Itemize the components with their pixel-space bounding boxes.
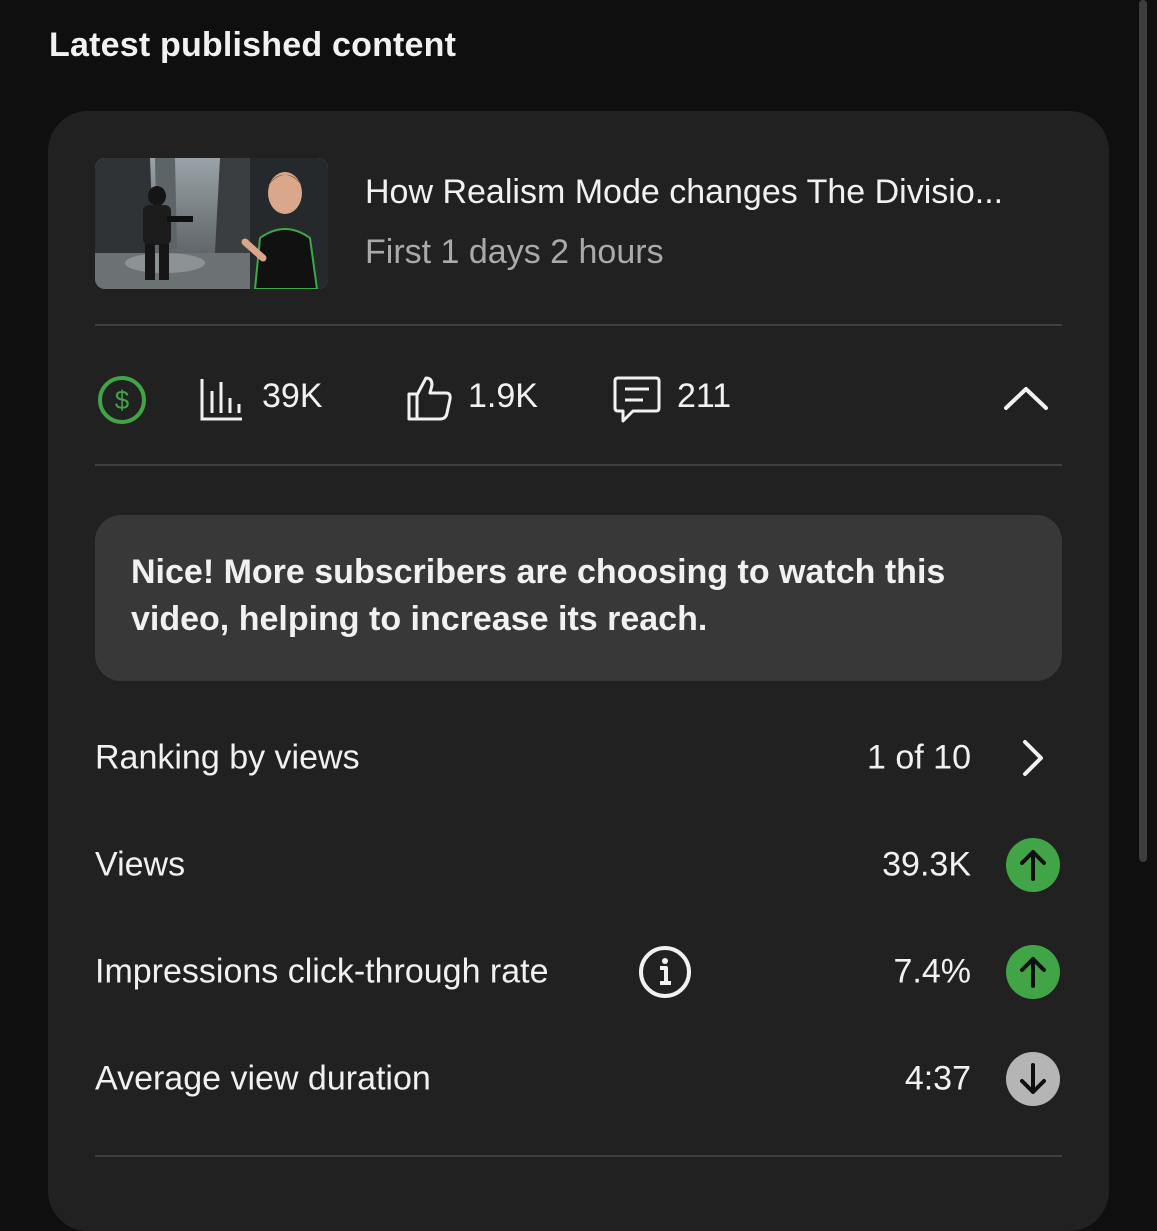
metric-row-views: Views 39.3K (95, 830, 1062, 900)
metric-value: 4:37 (904, 1059, 971, 1098)
dollar-circle-icon[interactable]: $ (96, 374, 148, 426)
video-thumbnail[interactable] (95, 158, 328, 289)
chevron-right-icon[interactable] (1005, 730, 1061, 786)
svg-text:$: $ (115, 385, 130, 415)
views-count: 39K (262, 377, 323, 415)
video-title[interactable]: How Realism Mode changes The Divisio... (365, 173, 1065, 212)
metric-row-avg-duration: Average view duration 4:37 (95, 1044, 1062, 1114)
page-scrollbar[interactable] (1139, 0, 1147, 862)
arrow-up-icon (1006, 838, 1060, 892)
latest-content-card: How Realism Mode changes The Divisio... … (48, 111, 1109, 1231)
thumbnail-image (95, 158, 328, 289)
divider-bottom (95, 1155, 1062, 1157)
metric-row-ranking[interactable]: Ranking by views 1 of 10 (95, 723, 1062, 793)
section-title: Latest published content (49, 26, 457, 64)
metric-label: Impressions click-through rate (95, 952, 549, 991)
divider-top (95, 324, 1062, 326)
metric-value: 7.4% (893, 952, 972, 991)
metric-label: Ranking by views (95, 738, 360, 777)
likes-count: 1.9K (468, 377, 538, 415)
chevron-up-icon (1004, 387, 1048, 410)
divider-stats (95, 464, 1062, 466)
insight-message: Nice! More subscribers are choosing to w… (95, 515, 1062, 681)
metric-value: 1 of 10 (867, 738, 971, 777)
comment-icon (613, 376, 661, 423)
arrow-down-icon (1006, 1052, 1060, 1106)
comments-count: 211 (677, 377, 732, 415)
metric-label: Average view duration (95, 1059, 431, 1098)
metric-label: Views (95, 845, 186, 884)
thumbs-up-icon (407, 376, 452, 421)
collapse-button[interactable] (998, 373, 1054, 423)
metric-row-ctr: Impressions click-through rate 7.4% (95, 937, 1062, 1007)
bar-chart-icon (200, 379, 242, 421)
video-timeframe: First 1 days 2 hours (365, 233, 664, 271)
arrow-up-icon (1006, 945, 1060, 999)
metric-value: 39.3K (882, 845, 971, 884)
info-icon[interactable] (637, 944, 693, 1000)
